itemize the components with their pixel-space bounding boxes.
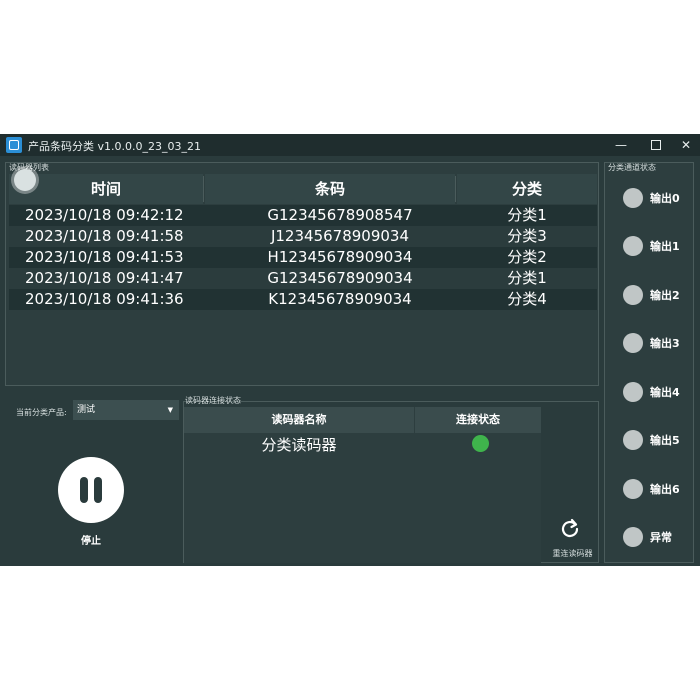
column-header-category[interactable]: 分类 [457, 174, 597, 204]
channel-status-indicator [623, 188, 643, 208]
column-header-barcode[interactable]: 条码 [205, 174, 455, 204]
cell-barcode: H12345678909034 [267, 248, 413, 266]
reconnect-button-label[interactable]: 重连读码器 [545, 548, 600, 559]
channel-status-indicator [623, 382, 643, 402]
category-selected-value: 测试 [77, 405, 96, 415]
table-row[interactable]: 2023/10/18 09:41:47 G12345678909034 分类1 [9, 268, 597, 289]
column-header-time[interactable]: 时间 [9, 174, 203, 204]
channel-status-indicator [623, 430, 643, 450]
column-header-reader-name[interactable]: 读码器名称 [184, 407, 414, 433]
busy-indicator [14, 169, 36, 191]
channel-status-indicator [623, 479, 643, 499]
channel-status-indicator [623, 236, 643, 256]
connection-status-indicator [472, 435, 489, 452]
column-separator [203, 176, 204, 202]
window-title: 产品条码分类 v1.0.0.0_23_03_21 [28, 140, 201, 153]
cell-category: 分类1 [507, 269, 547, 287]
refresh-icon[interactable] [558, 517, 582, 541]
channel-label: 输出5 [650, 434, 680, 447]
connection-panel-title: 读码器连接状态 [185, 396, 241, 405]
cell-time: 2023/10/18 09:41:53 [25, 248, 184, 266]
stop-button[interactable] [58, 457, 124, 523]
channel-status-indicator [623, 333, 643, 353]
cell-category: 分类3 [507, 227, 547, 245]
maximize-icon [651, 139, 661, 150]
pause-icon [94, 477, 102, 503]
channel-status-title: 分类通道状态 [608, 163, 656, 172]
cell-barcode: J12345678909034 [270, 227, 410, 245]
cell-time: 2023/10/18 09:41:58 [25, 227, 184, 245]
cell-category: 分类2 [507, 248, 547, 266]
table-row[interactable]: 2023/10/18 09:41:36 K12345678909034 分类4 [9, 289, 597, 310]
channel-label: 输出2 [650, 289, 680, 302]
category-select[interactable]: 测试 ▼ [73, 400, 179, 420]
column-separator [455, 176, 456, 202]
channel-label: 输出1 [650, 240, 680, 253]
cell-category: 分类1 [507, 206, 547, 224]
cell-time: 2023/10/18 09:41:47 [25, 269, 184, 287]
app-icon [6, 137, 22, 153]
table-row[interactable]: 2023/10/18 09:41:53 H12345678909034 分类2 [9, 247, 597, 268]
table-row[interactable]: 2023/10/18 09:42:12 G12345678908547 分类1 [9, 205, 597, 226]
reader-name: 分类读码器 [261, 436, 337, 454]
channel-label: 输出3 [650, 337, 680, 350]
cell-time: 2023/10/18 09:42:12 [25, 206, 184, 224]
table-row[interactable]: 2023/10/18 09:41:58 J12345678909034 分类3 [9, 226, 597, 247]
cell-barcode: G12345678909034 [267, 269, 413, 287]
app-window: 产品条码分类 v1.0.0.0_23_03_21 — ✕ 读码器列表 时间 条码… [0, 134, 700, 566]
column-header-connection-status[interactable]: 连接状态 [415, 407, 541, 433]
chevron-down-icon: ▼ [167, 406, 173, 414]
cell-barcode: K12345678909034 [268, 290, 412, 308]
channel-label: 输出4 [650, 386, 680, 399]
title-bar: 产品条码分类 v1.0.0.0_23_03_21 — ✕ [0, 134, 700, 156]
channel-status-indicator [623, 527, 643, 547]
channel-label: 异常 [650, 531, 672, 544]
minimize-button[interactable]: — [606, 134, 636, 156]
close-button[interactable]: ✕ [671, 134, 700, 156]
cell-time: 2023/10/18 09:41:36 [25, 290, 184, 308]
pause-icon [80, 477, 88, 503]
maximize-button[interactable] [641, 134, 671, 156]
cell-barcode: G12345678908547 [267, 206, 413, 224]
channel-label: 输出0 [650, 192, 680, 205]
stop-label: 停止 [81, 536, 101, 547]
channel-status-indicator [623, 285, 643, 305]
channel-status-panel [604, 162, 694, 563]
channel-label: 输出6 [650, 483, 680, 496]
cell-category: 分类4 [507, 290, 547, 308]
category-label: 当前分类产品: [16, 408, 67, 417]
